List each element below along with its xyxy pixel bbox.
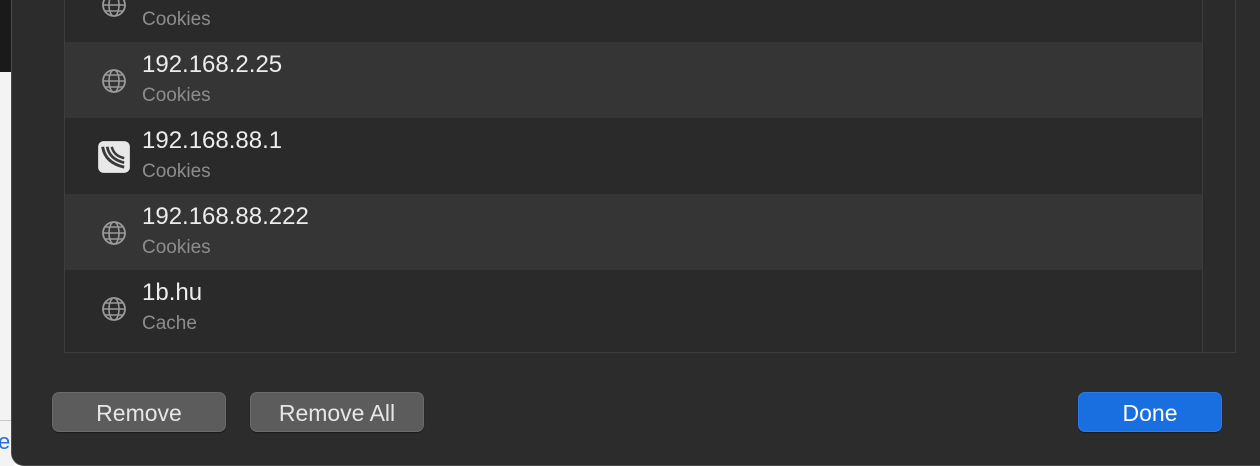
list-item-title: 192.168.88.1 (142, 127, 283, 154)
globe-icon (102, 0, 126, 17)
list-item[interactable]: 192.168.2.25 Cookies (65, 42, 1202, 118)
list-item[interactable]: 1b.hu Cache (65, 270, 1202, 346)
website-data-list[interactable]: Cookies 192.168.2.25 Cookies 192.168.88.… (65, 0, 1202, 346)
list-item[interactable]: 192.168.88.1 Cookies (65, 118, 1202, 194)
list-item-subtitle: Cookies (142, 85, 211, 106)
list-item-subtitle: Cache (142, 313, 197, 334)
website-data-list-frame: Cookies 192.168.2.25 Cookies 192.168.88.… (64, 0, 1236, 353)
list-item[interactable]: 192.168.88.222 Cookies (65, 194, 1202, 270)
globe-icon (102, 69, 126, 93)
remove-all-button[interactable]: Remove All (250, 392, 424, 432)
globe-icon (102, 221, 126, 245)
list-item-title: 192.168.2.25 (142, 51, 283, 78)
list-item-subtitle: Cookies (142, 237, 211, 258)
remove-button[interactable]: Remove (52, 392, 226, 432)
done-button[interactable]: Done (1078, 392, 1222, 432)
manage-website-data-sheet: Cookies 192.168.2.25 Cookies 192.168.88.… (12, 0, 1260, 465)
router-favicon-icon (98, 141, 130, 173)
list-item-subtitle: Cookies (142, 9, 211, 30)
globe-icon (102, 297, 126, 321)
vertical-scrollbar[interactable] (1202, 0, 1235, 352)
list-item-subtitle: Cookies (142, 161, 211, 182)
background-partial-text: e (0, 429, 11, 454)
list-item-title: 192.168.88.222 (142, 203, 309, 230)
list-item[interactable]: Cookies (65, 0, 1202, 42)
list-item-title: 1b.hu (142, 279, 203, 306)
